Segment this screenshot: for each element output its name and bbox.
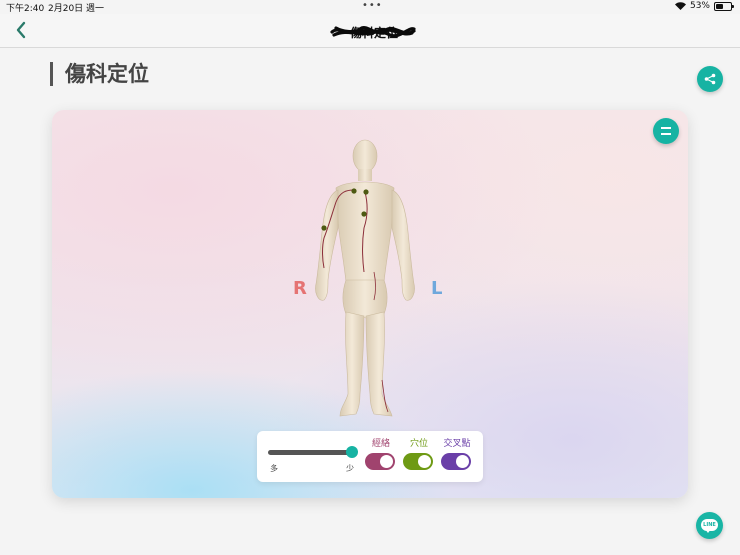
body-torso [335, 181, 395, 283]
intersection-toggle-group: 交叉點 [441, 439, 473, 470]
display-control-panel: 多 少 經絡 穴位 交叉點 [257, 431, 483, 482]
acupoint-toggle-group: 穴位 [403, 439, 435, 470]
toggle-knob [380, 455, 393, 468]
share-icon [704, 73, 716, 85]
nav-title: 傷科定位 [330, 23, 416, 40]
navigation-bar: 傷科定位 [0, 14, 740, 48]
body-head [352, 139, 378, 173]
body-hips [342, 279, 388, 319]
status-date: 2月20日 週一 [48, 4, 105, 14]
right-side-label: R [293, 278, 307, 299]
density-slider-thumb[interactable] [346, 446, 358, 458]
body-right-leg [339, 311, 365, 417]
body-model-card[interactable]: R L 多 少 經絡 穴位 交叉點 [52, 110, 688, 498]
body-neck [358, 169, 372, 181]
status-bar: 下午2:40 2月20日 週一 ••• 53% [0, 0, 740, 14]
slider-min-label: 多 [270, 464, 278, 473]
slider-max-label: 少 [346, 464, 354, 473]
menu-icon-line [661, 133, 671, 135]
line-chat-icon-tail [705, 529, 711, 533]
meridian-toggle-group: 經絡 [365, 439, 397, 470]
acupoint[interactable] [363, 189, 369, 195]
meridian-toggle[interactable] [365, 453, 395, 470]
acupoint-toggle[interactable] [403, 453, 433, 470]
meridian-toggle-label: 經絡 [371, 439, 390, 449]
intersection-toggle-label: 交叉點 [443, 439, 471, 449]
toggle-knob [418, 455, 431, 468]
wifi-icon [674, 2, 686, 10]
battery-percent: 53% [689, 1, 710, 11]
battery-icon [714, 1, 734, 11]
density-slider[interactable] [268, 450, 352, 455]
page-title: 傷科定位 [50, 62, 149, 86]
status-time: 下午2:40 [6, 4, 45, 14]
menu-button[interactable] [653, 118, 679, 144]
toggle-knob [456, 455, 469, 468]
back-button[interactable] [14, 20, 32, 40]
acupoint-toggle-label: 穴位 [409, 439, 428, 449]
body-left-leg [365, 311, 393, 417]
share-button[interactable] [697, 66, 723, 92]
status-right: 53% [674, 1, 734, 11]
body-left-arm [391, 189, 415, 301]
battery-fill [716, 3, 724, 9]
menu-icon [661, 127, 671, 129]
line-chat-button[interactable]: LINE [696, 512, 723, 539]
intersection-toggle[interactable] [441, 453, 471, 470]
acupoint[interactable] [321, 225, 327, 231]
acupoint[interactable] [351, 188, 357, 194]
chevron-left-icon [16, 21, 26, 39]
left-side-label: L [431, 278, 443, 299]
multitask-dots-icon[interactable]: ••• [362, 0, 383, 11]
acupoint[interactable] [361, 211, 367, 217]
redaction-scribble [330, 26, 416, 38]
human-body-model[interactable] [306, 132, 424, 422]
